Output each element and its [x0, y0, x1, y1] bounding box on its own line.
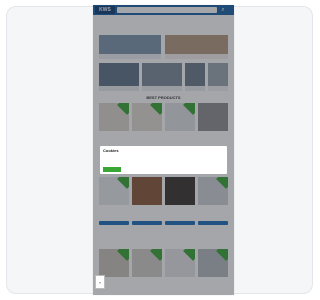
help-widget-icon[interactable]: ? [95, 275, 105, 289]
cookie-dialog-actions [103, 167, 124, 172]
cookie-consent-dialog: Cookies [100, 146, 227, 174]
mobile-page-screenshot: KWS ⌕ BEST PRODUCTS ? Cookies [93, 5, 234, 295]
cookie-dialog-title: Cookies [103, 148, 119, 153]
accept-cookies-button[interactable] [103, 167, 121, 172]
